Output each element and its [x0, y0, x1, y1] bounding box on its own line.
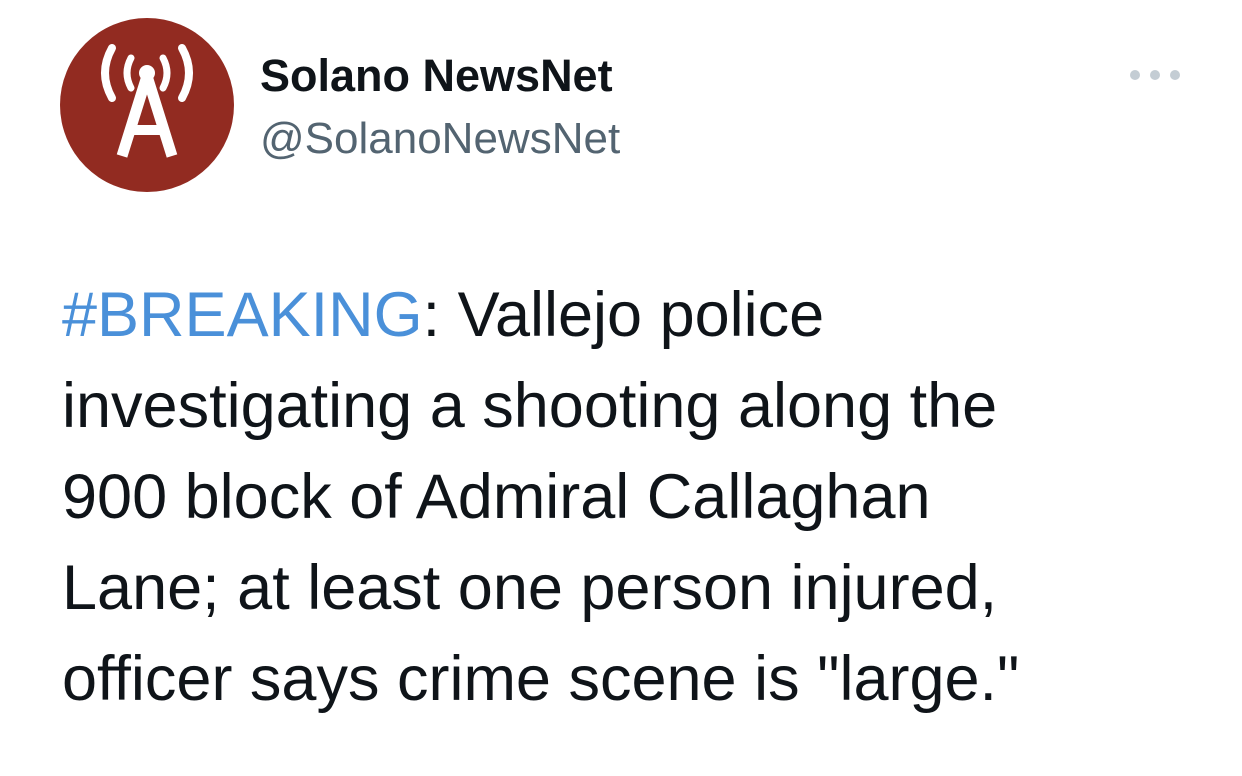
author-avatar[interactable] — [60, 18, 234, 192]
broadcast-antenna-icon — [101, 44, 193, 158]
more-options-button[interactable] — [1130, 62, 1180, 88]
breaking-hashtag-link[interactable]: #BREAKING — [62, 280, 423, 350]
author-handle[interactable]: @SolanoNewsNet — [260, 113, 620, 165]
tweet-text-segment: : Vallejo police — [422, 280, 825, 350]
more-options-icon-dot — [1130, 70, 1140, 80]
tweet-text-line: Lane; at least one person injured, — [62, 553, 998, 623]
tweet-text: #BREAKING: Vallejo police investigating … — [62, 270, 1192, 725]
more-options-icon-dot — [1170, 70, 1180, 80]
tweet-text-line: investigating a shooting along the — [62, 371, 998, 441]
more-options-icon-dot — [1150, 70, 1160, 80]
author-display-name[interactable]: Solano NewsNet — [260, 50, 613, 102]
tweet-text-line: 900 block of Admiral Callaghan — [62, 462, 931, 532]
tweet-text-line: officer says crime scene is "large." — [62, 644, 1020, 714]
tweet-text-line: #BREAKING: Vallejo police — [62, 270, 1192, 361]
